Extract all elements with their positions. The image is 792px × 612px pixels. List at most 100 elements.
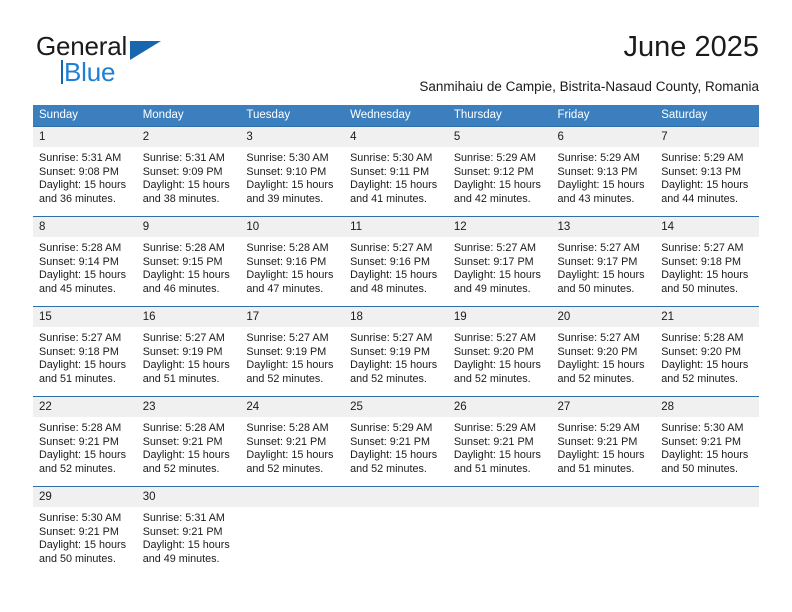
sunrise-text: Sunrise: 5:28 AM	[246, 422, 329, 434]
calendar-page: General Blue June 2025 Sanmihaiu de Camp…	[0, 0, 792, 612]
sunset-text: Sunset: 9:19 PM	[350, 345, 430, 358]
sunset-text: Sunset: 9:21 PM	[39, 525, 119, 538]
calendar-day-cell[interactable]: 24 Sunrise: 5:28 AM Sunset: 9:21 PM Dayligh…	[240, 396, 345, 487]
calendar-day-cell-empty	[447, 486, 552, 573]
sunset-text: Sunset: 9:17 PM	[453, 255, 534, 268]
sunrise-text: Sunrise: 5:27 AM	[39, 332, 122, 344]
general-blue-logo[interactable]: General Blue	[33, 32, 243, 92]
calendar-day-cell[interactable]: 2 Sunrise: 5:31 AM Sunset: 9:09 PM Daylight…	[136, 126, 241, 217]
sunset-text: Sunset: 9:21 PM	[661, 435, 742, 448]
daylight-text-line2: and 52 minutes.	[453, 372, 531, 385]
calendar-day-cell[interactable]: 19 Sunrise: 5:27 AM Sunset: 9:20 PM Dayligh…	[447, 306, 552, 397]
daylight-text-line1: Daylight: 15 hours	[39, 449, 127, 462]
day-number: 15	[33, 307, 137, 327]
day-details: Sunrise: 5:30 AM Sunset: 9:11 PM Daylight:…	[344, 147, 448, 206]
sunset-text: Sunset: 9:12 PM	[453, 165, 534, 178]
calendar-day-cell[interactable]: 29 Sunrise: 5:30 AM Sunset: 9:21 PM Dayligh…	[33, 486, 137, 573]
day-details: Sunrise: 5:27 AM Sunset: 9:19 PM Daylight:…	[240, 327, 344, 386]
daylight-text-line1: Daylight: 15 hours	[350, 269, 438, 282]
calendar-week-row: 1 Sunrise: 5:31 AM Sunset: 9:08 PM Daylight…	[33, 126, 759, 217]
calendar-day-cell[interactable]: 16 Sunrise: 5:27 AM Sunset: 9:19 PM Dayligh…	[136, 306, 241, 397]
day-number: 17	[240, 307, 345, 327]
day-details: Sunrise: 5:28 AM Sunset: 9:21 PM Daylight:…	[240, 417, 344, 476]
calendar-header-row: Sunday Monday Tuesday Wednesday Thursday…	[33, 105, 759, 127]
daylight-text-line1: Daylight: 15 hours	[557, 179, 645, 192]
calendar-day-cell[interactable]: 4 Sunrise: 5:30 AM Sunset: 9:11 PM Daylight…	[344, 126, 448, 217]
day-number: 27	[551, 397, 656, 417]
calendar-day-cell[interactable]: 14 Sunrise: 5:27 AM Sunset: 9:18 PM Dayligh…	[655, 216, 759, 307]
calendar-day-cell[interactable]: 30 Sunrise: 5:31 AM Sunset: 9:21 PM Dayligh…	[136, 486, 241, 573]
day-details: Sunrise: 5:31 AM Sunset: 9:08 PM Daylight:…	[33, 147, 137, 206]
calendar-table: Sunday Monday Tuesday Wednesday Thursday…	[33, 105, 759, 573]
sunrise-text: Sunrise: 5:29 AM	[453, 152, 537, 164]
day-details: Sunrise: 5:29 AM Sunset: 9:21 PM Daylight:…	[344, 417, 448, 476]
calendar-week-row: 8 Sunrise: 5:28 AM Sunset: 9:14 PM Daylight…	[33, 216, 759, 307]
calendar-day-cell-empty	[655, 486, 759, 573]
sunset-text: Sunset: 9:20 PM	[453, 345, 534, 358]
sunrise-text: Sunrise: 5:28 AM	[661, 332, 744, 344]
calendar-day-cell[interactable]: 23 Sunrise: 5:28 AM Sunset: 9:21 PM Dayligh…	[136, 396, 241, 487]
calendar-day-cell[interactable]: 21 Sunrise: 5:28 AM Sunset: 9:20 PM Dayligh…	[655, 306, 759, 397]
calendar-day-cell[interactable]: 10 Sunrise: 5:28 AM Sunset: 9:16 PM Dayligh…	[240, 216, 345, 307]
day-details	[448, 507, 552, 512]
calendar-day-cell[interactable]: 3 Sunrise: 5:30 AM Sunset: 9:10 PM Daylight…	[240, 126, 345, 217]
daylight-text-line2: and 51 minutes.	[453, 462, 531, 475]
calendar-day-cell-empty	[344, 486, 448, 573]
day-details: Sunrise: 5:30 AM Sunset: 9:21 PM Daylight:…	[33, 507, 137, 566]
sunset-text: Sunset: 9:08 PM	[39, 165, 119, 178]
day-number	[655, 487, 759, 507]
day-number: 23	[136, 397, 241, 417]
day-details: Sunrise: 5:28 AM Sunset: 9:20 PM Daylight:…	[655, 327, 759, 386]
calendar-day-cell[interactable]: 18 Sunrise: 5:27 AM Sunset: 9:19 PM Dayligh…	[344, 306, 448, 397]
calendar-day-cell[interactable]: 15 Sunrise: 5:27 AM Sunset: 9:18 PM Dayligh…	[33, 306, 137, 397]
calendar-day-cell[interactable]: 22 Sunrise: 5:28 AM Sunset: 9:21 PM Dayligh…	[33, 396, 137, 487]
day-details: Sunrise: 5:29 AM Sunset: 9:12 PM Daylight:…	[448, 147, 552, 206]
daylight-text-line1: Daylight: 15 hours	[350, 359, 438, 372]
day-details: Sunrise: 5:30 AM Sunset: 9:10 PM Daylight:…	[240, 147, 344, 206]
day-details: Sunrise: 5:29 AM Sunset: 9:21 PM Daylight:…	[448, 417, 552, 476]
sunset-text: Sunset: 9:21 PM	[142, 525, 223, 538]
sunset-text: Sunset: 9:10 PM	[246, 165, 327, 178]
daylight-text-line2: and 36 minutes.	[39, 192, 116, 205]
sunrise-text: Sunrise: 5:27 AM	[350, 332, 433, 344]
calendar-day-cell[interactable]: 7 Sunrise: 5:29 AM Sunset: 9:13 PM Daylight…	[655, 126, 759, 217]
calendar-day-cell-empty	[240, 486, 345, 573]
calendar-day-cell[interactable]: 9 Sunrise: 5:28 AM Sunset: 9:15 PM Daylight…	[136, 216, 241, 307]
calendar-day-cell[interactable]: 25 Sunrise: 5:29 AM Sunset: 9:21 PM Dayligh…	[344, 396, 448, 487]
calendar-day-cell[interactable]: 28 Sunrise: 5:30 AM Sunset: 9:21 PM Dayligh…	[655, 396, 759, 487]
sunrise-text: Sunrise: 5:29 AM	[557, 152, 640, 164]
daylight-text-line1: Daylight: 15 hours	[246, 449, 334, 462]
day-number	[551, 487, 656, 507]
day-details: Sunrise: 5:27 AM Sunset: 9:20 PM Daylight:…	[448, 327, 552, 386]
day-details: Sunrise: 5:27 AM Sunset: 9:18 PM Daylight:…	[33, 327, 137, 386]
day-details: Sunrise: 5:27 AM Sunset: 9:17 PM Daylight:…	[552, 237, 656, 296]
calendar-day-cell[interactable]: 6 Sunrise: 5:29 AM Sunset: 9:13 PM Daylight…	[551, 126, 656, 217]
calendar-day-cell[interactable]: 1 Sunrise: 5:31 AM Sunset: 9:08 PM Daylight…	[33, 126, 137, 217]
sunset-text: Sunset: 9:17 PM	[557, 255, 638, 268]
day-details: Sunrise: 5:28 AM Sunset: 9:21 PM Daylight:…	[137, 417, 241, 476]
sunset-text: Sunset: 9:18 PM	[39, 345, 119, 358]
calendar-day-cell[interactable]: 11 Sunrise: 5:27 AM Sunset: 9:16 PM Dayligh…	[344, 216, 448, 307]
day-details	[344, 507, 448, 512]
calendar-day-cell[interactable]: 5 Sunrise: 5:29 AM Sunset: 9:12 PM Daylight…	[447, 126, 552, 217]
sunrise-text: Sunrise: 5:31 AM	[142, 152, 225, 164]
daylight-text-line2: and 41 minutes.	[350, 192, 427, 205]
triangle-icon	[130, 41, 161, 60]
daylight-text-line2: and 52 minutes.	[557, 372, 635, 385]
daylight-text-line1: Daylight: 15 hours	[557, 269, 645, 282]
day-number	[447, 487, 552, 507]
calendar-day-cell[interactable]: 13 Sunrise: 5:27 AM Sunset: 9:17 PM Dayligh…	[551, 216, 656, 307]
calendar-day-cell[interactable]: 12 Sunrise: 5:27 AM Sunset: 9:17 PM Dayligh…	[447, 216, 552, 307]
calendar-day-cell[interactable]: 20 Sunrise: 5:27 AM Sunset: 9:20 PM Dayligh…	[551, 306, 656, 397]
daylight-text-line2: and 50 minutes.	[661, 462, 739, 475]
daylight-text-line1: Daylight: 15 hours	[246, 269, 334, 282]
calendar-day-cell-empty	[551, 486, 656, 573]
sunrise-text: Sunrise: 5:27 AM	[661, 242, 744, 254]
calendar-day-cell[interactable]: 17 Sunrise: 5:27 AM Sunset: 9:19 PM Dayligh…	[240, 306, 345, 397]
sunset-text: Sunset: 9:21 PM	[557, 435, 638, 448]
daylight-text-line2: and 49 minutes.	[453, 282, 531, 295]
calendar-day-cell[interactable]: 27 Sunrise: 5:29 AM Sunset: 9:21 PM Dayligh…	[551, 396, 656, 487]
calendar-day-cell[interactable]: 8 Sunrise: 5:28 AM Sunset: 9:14 PM Daylight…	[33, 216, 137, 307]
calendar-day-cell[interactable]: 26 Sunrise: 5:29 AM Sunset: 9:21 PM Dayligh…	[447, 396, 552, 487]
day-details: Sunrise: 5:29 AM Sunset: 9:21 PM Daylight:…	[552, 417, 656, 476]
